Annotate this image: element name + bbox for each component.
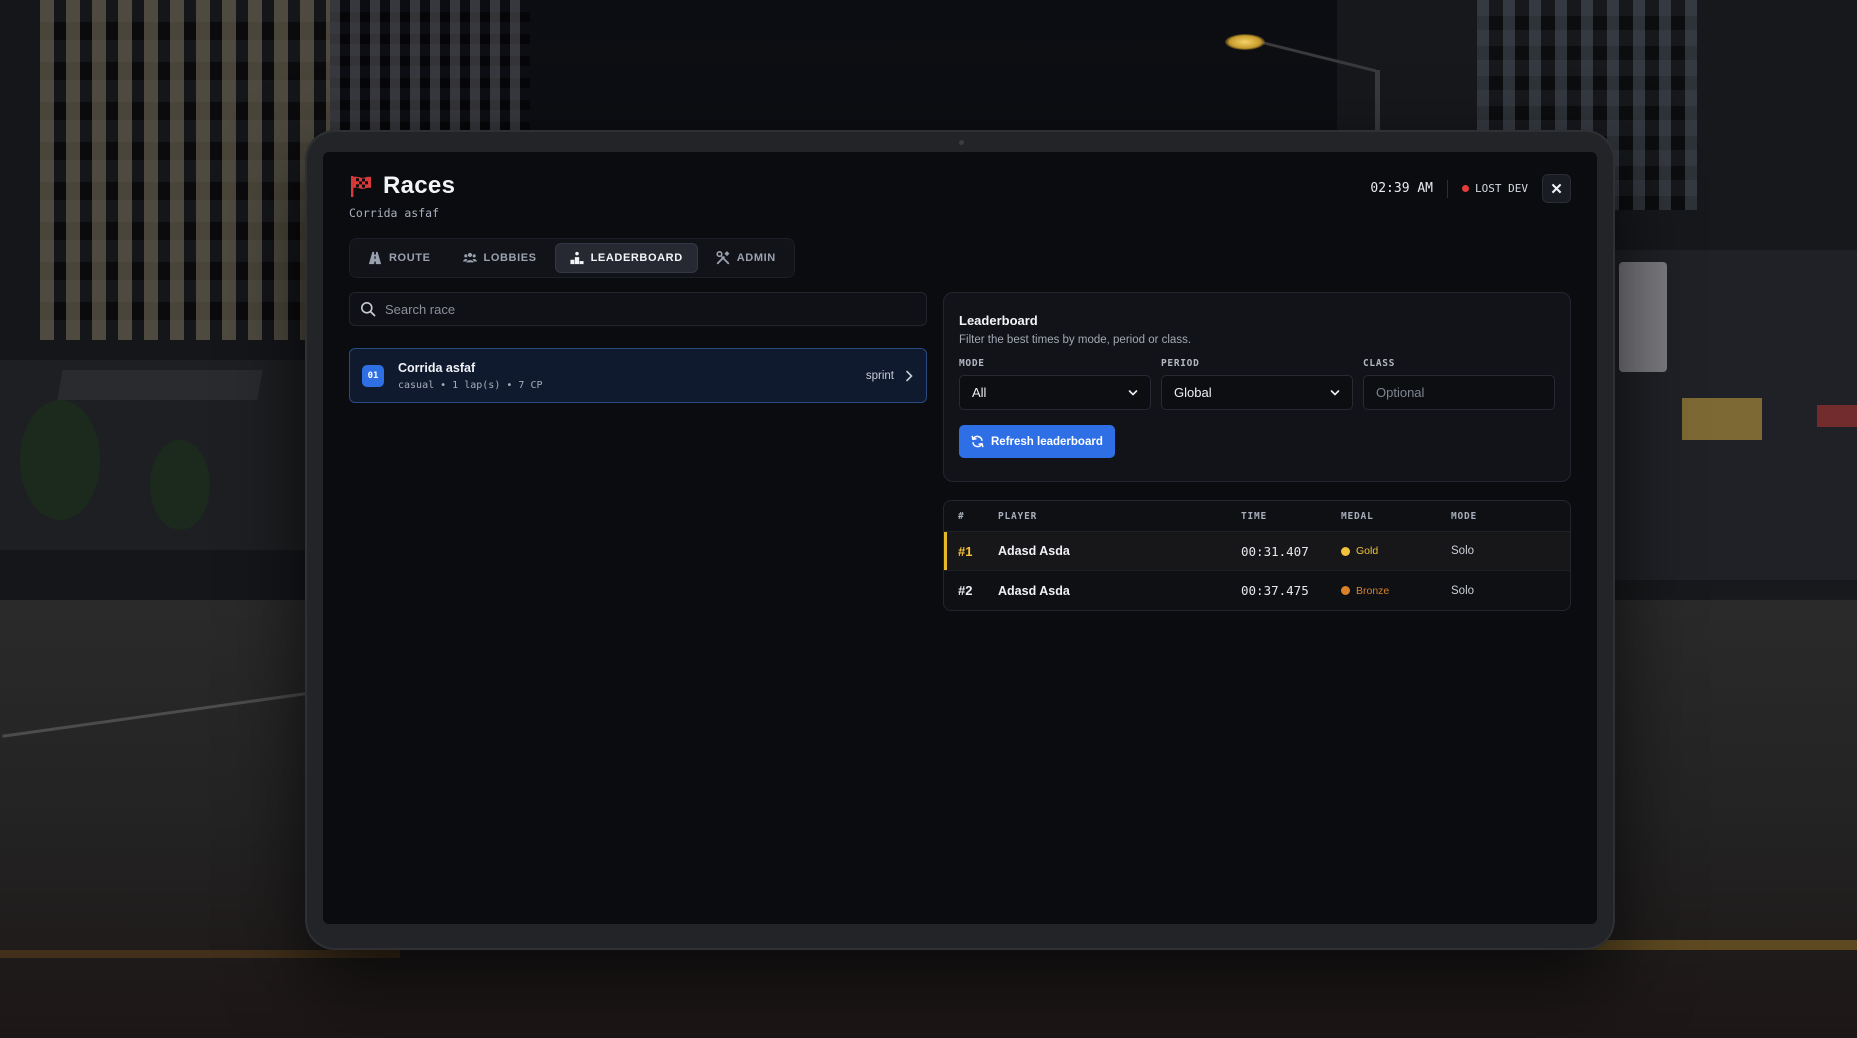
- road-marking: [0, 950, 400, 958]
- leaderboard-title: Leaderboard: [959, 313, 1038, 328]
- tablet-frame: Races Corrida asfaf 02:39 AM LOST DEV ✕: [305, 130, 1615, 950]
- mode-field: MODE All: [959, 358, 1151, 410]
- refresh-icon: [971, 435, 984, 448]
- refresh-leaderboard-button[interactable]: Refresh leaderboard: [959, 425, 1115, 458]
- player-cell: Adasd Asda: [998, 583, 1070, 598]
- tab-label: LEADERBOARD: [590, 252, 683, 264]
- status-dot-icon: [1462, 185, 1470, 192]
- chevron-down-icon: [1330, 389, 1340, 396]
- time-cell: 00:37.475: [1241, 583, 1309, 598]
- server-status: LOST DEV: [1462, 182, 1528, 195]
- refresh-label: Refresh leaderboard: [991, 435, 1103, 448]
- class-placeholder: Optional: [1376, 385, 1425, 400]
- tab-admin[interactable]: ADMIN: [702, 243, 790, 273]
- close-icon: ✕: [1550, 180, 1563, 198]
- mode-label: MODE: [959, 358, 985, 369]
- race-number-badge: 01: [362, 364, 384, 387]
- class-field: CLASS Optional: [1363, 358, 1555, 410]
- medal-cell: Bronze: [1341, 585, 1451, 597]
- app-subtitle: Corrida asfaf: [349, 206, 440, 220]
- building-windows: [330, 0, 530, 130]
- tablet-screen: Races Corrida asfaf 02:39 AM LOST DEV ✕: [323, 152, 1597, 924]
- clock: 02:39 AM: [1370, 181, 1434, 196]
- podium-icon: [570, 251, 584, 265]
- tab-lobbies[interactable]: LOBBIES: [449, 243, 551, 273]
- class-label: CLASS: [1363, 358, 1396, 369]
- mode-cell: Solo: [1451, 584, 1475, 597]
- race-info: Corrida asfaf casual • 1 lap(s) • 7 CP: [398, 361, 866, 391]
- tree: [150, 440, 210, 530]
- bronze-medal-icon: [1341, 586, 1350, 595]
- tools-icon: [716, 251, 730, 265]
- checkered-flag-icon: [351, 176, 371, 197]
- column-header-medal: MEDAL: [1341, 510, 1374, 522]
- header: Races Corrida asfaf 02:39 AM LOST DEV ✕: [349, 172, 1571, 232]
- period-label: PERIOD: [1161, 358, 1200, 369]
- leaderboard-description: Filter the best times by mode, period or…: [959, 334, 1192, 346]
- building-windows: [40, 0, 330, 340]
- chevron-right-icon: [906, 370, 913, 381]
- tree: [20, 400, 100, 520]
- table-row[interactable]: #1 Adasd Asda 00:31.407 Gold Solo: [944, 532, 1570, 571]
- race-type: sprint: [865, 369, 894, 382]
- roof: [57, 370, 263, 400]
- mode-cell: Solo: [1451, 545, 1475, 557]
- player-cell: Adasd Asda: [998, 544, 1070, 558]
- mode-select[interactable]: All: [959, 375, 1151, 410]
- storefront-sign: [1619, 262, 1667, 372]
- column-header-rank: #: [958, 510, 965, 522]
- column-header-player: PLAYER: [998, 510, 1038, 522]
- tab-bar: ROUTE LOBBIES LEADERBOARD ADMIN: [349, 238, 795, 278]
- camera-icon: [959, 140, 964, 145]
- tab-label: ADMIN: [736, 252, 776, 264]
- class-input[interactable]: Optional: [1363, 375, 1555, 410]
- filters: MODE All PERIOD Global CLASS Optional: [959, 358, 1555, 410]
- header-right: 02:39 AM LOST DEV ✕: [1370, 174, 1571, 203]
- time-cell: 00:31.407: [1241, 543, 1309, 559]
- medal-label: Gold: [1356, 545, 1379, 557]
- medal-cell: Gold: [1341, 545, 1451, 557]
- period-select[interactable]: Global: [1161, 375, 1353, 410]
- gold-medal-icon: [1341, 546, 1350, 556]
- app-title: Races: [383, 172, 456, 199]
- storefront-sign: [1682, 398, 1762, 440]
- status-label: LOST DEV: [1475, 182, 1528, 195]
- tab-leaderboard[interactable]: LEADERBOARD: [554, 243, 698, 273]
- users-icon: [462, 252, 477, 263]
- rank-cell: #1: [958, 543, 973, 559]
- table-header: # PLAYER TIME MEDAL MODE: [944, 501, 1570, 532]
- chevron-down-icon: [1128, 389, 1138, 396]
- mode-value: All: [972, 385, 987, 400]
- close-button[interactable]: ✕: [1542, 174, 1571, 203]
- search-box: [349, 292, 927, 326]
- search-input[interactable]: [385, 301, 916, 317]
- streetlight-lamp: [1225, 34, 1265, 50]
- leaderboard-table: # PLAYER TIME MEDAL MODE #1 Adasd Asda 0…: [943, 500, 1571, 611]
- divider: [1447, 179, 1449, 198]
- column-header-time: TIME: [1241, 510, 1268, 522]
- tab-route[interactable]: ROUTE: [354, 243, 445, 273]
- race-list-item[interactable]: 01 Corrida asfaf casual • 1 lap(s) • 7 C…: [349, 348, 927, 403]
- tab-label: LOBBIES: [483, 252, 537, 264]
- period-value: Global: [1174, 385, 1212, 400]
- search-icon: [361, 302, 376, 317]
- race-name: Corrida asfaf: [398, 360, 476, 375]
- column-header-mode: MODE: [1451, 510, 1478, 522]
- rank-cell: #2: [958, 583, 973, 598]
- tab-label: ROUTE: [389, 252, 431, 264]
- table-row[interactable]: #2 Adasd Asda 00:37.475 Bronze Solo: [944, 571, 1570, 610]
- leaderboard-filter-card: Leaderboard Filter the best times by mod…: [943, 292, 1571, 482]
- medal-label: Bronze: [1356, 584, 1390, 597]
- road-icon: [368, 251, 382, 265]
- period-field: PERIOD Global: [1161, 358, 1353, 410]
- race-meta: casual • 1 lap(s) • 7 CP: [398, 379, 543, 391]
- storefront-sign: [1817, 405, 1857, 427]
